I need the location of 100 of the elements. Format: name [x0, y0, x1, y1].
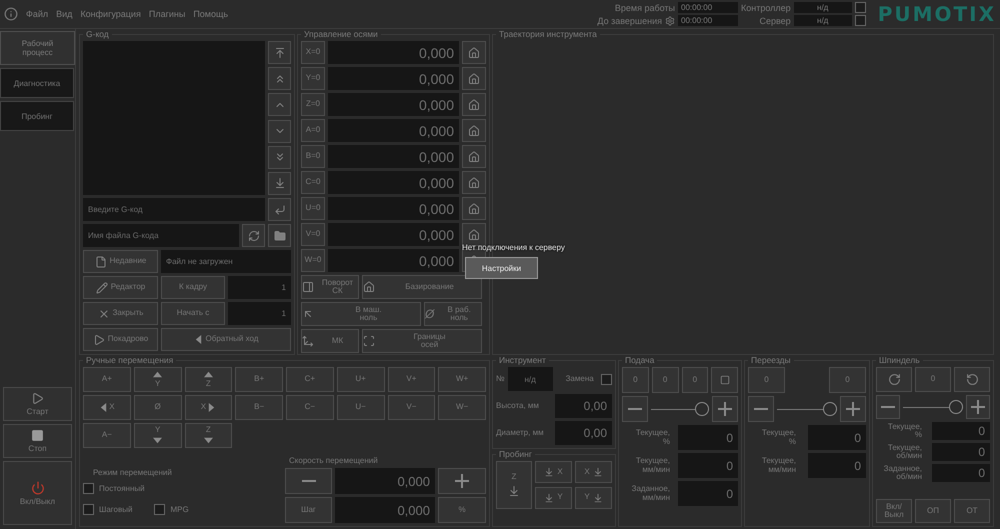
increase-button[interactable]	[438, 468, 486, 494]
zero-axis-button[interactable]: C=0	[301, 171, 325, 194]
jog-button[interactable]: B+	[235, 367, 283, 392]
jog-button[interactable]: Ø	[134, 395, 182, 420]
preset-button[interactable]: 0	[915, 367, 951, 392]
preset-button[interactable]: 0	[748, 367, 785, 393]
slider-thumb[interactable]	[823, 402, 837, 416]
spindle-cw-button[interactable]	[876, 367, 912, 392]
scroll-button[interactable]	[268, 67, 291, 90]
decrease-button[interactable]	[285, 468, 332, 494]
settings-dialog[interactable]: Настройки	[465, 257, 538, 279]
gcode-button[interactable]: Закрыть	[83, 302, 158, 325]
recent-button[interactable]: Недавние	[83, 250, 158, 273]
probe-button[interactable]: X	[575, 461, 612, 483]
jog-button[interactable]: U+	[336, 367, 384, 392]
info-icon[interactable]	[4, 7, 18, 21]
jog-button[interactable]: Y	[134, 367, 182, 392]
menu-item[interactable]: Файл	[26, 9, 48, 19]
jog-button[interactable]: V+	[388, 367, 436, 392]
axes-button[interactable]: Базирование	[362, 275, 482, 299]
scroll-button[interactable]	[268, 172, 291, 195]
axes-button[interactable]: Ø В раб. ноль	[424, 302, 482, 326]
gcode-input[interactable]: Введите G-код	[83, 198, 265, 221]
slider-thumb[interactable]	[949, 400, 963, 414]
mode-checkbox[interactable]	[154, 504, 166, 516]
scroll-button[interactable]	[268, 120, 291, 143]
home-axis-button[interactable]	[462, 171, 486, 194]
probe-button[interactable]: Z	[496, 461, 532, 509]
jog-button[interactable]: Z	[184, 367, 232, 392]
zero-axis-button[interactable]: W=0	[301, 249, 325, 272]
slider-thumb[interactable]	[695, 402, 709, 416]
gcode-button[interactable]: Начать с	[161, 302, 225, 325]
scroll-button[interactable]	[268, 41, 291, 64]
home-axis-button[interactable]	[462, 41, 486, 64]
preset-button[interactable]: 0	[652, 367, 678, 393]
home-axis-button[interactable]	[462, 67, 486, 90]
jog-button[interactable]: Y	[134, 423, 182, 448]
zero-axis-button[interactable]: Z=0	[301, 93, 325, 116]
decrease-button[interactable]	[876, 395, 900, 419]
menu-item[interactable]: Вид	[56, 9, 72, 19]
percent-button[interactable]: %	[438, 497, 486, 524]
zero-axis-button[interactable]: V=0	[301, 223, 325, 246]
axes-button[interactable]: Границы осей	[362, 329, 482, 353]
home-axis-button[interactable]	[462, 197, 486, 220]
filename-field[interactable]: Имя файла G-кода	[83, 224, 239, 247]
start-button[interactable]: Старт	[3, 387, 72, 421]
home-axis-button[interactable]	[462, 223, 486, 246]
jog-button[interactable]: A+	[83, 367, 131, 392]
jog-button[interactable]: U−	[336, 395, 384, 420]
axes-button[interactable]: В маш. ноль	[301, 302, 421, 326]
line-number-field[interactable]: 1	[228, 302, 291, 325]
menu-item[interactable]: Плагины	[148, 9, 186, 19]
increase-button[interactable]	[966, 395, 990, 419]
sidebar-tab[interactable]: Пробинг	[0, 101, 74, 131]
preset-button[interactable]: 0	[829, 367, 866, 393]
power-button[interactable]: Вкл/Выкл	[3, 461, 72, 525]
open-button[interactable]	[268, 224, 291, 247]
zero-axis-button[interactable]: Y=0	[301, 67, 325, 90]
decrease-button[interactable]	[622, 396, 648, 422]
jog-button[interactable]: Z	[184, 423, 232, 448]
reload-button[interactable]	[242, 224, 265, 247]
line-number-field[interactable]: 1	[228, 276, 291, 299]
gcode-button[interactable]: Редактор	[83, 276, 158, 299]
jog-button[interactable]: W+	[438, 367, 486, 392]
scroll-button[interactable]	[268, 146, 291, 169]
step-button[interactable]: Покадрово	[83, 328, 158, 351]
spindle-button[interactable]: ОТ	[954, 499, 990, 524]
jog-button[interactable]: B−	[235, 395, 283, 420]
change-checkbox[interactable]	[601, 374, 612, 384]
spindle-button[interactable]: ОП	[915, 499, 951, 524]
mode-checkbox[interactable]	[83, 483, 94, 494]
spindle-button[interactable]: Вкл/ Выкл	[876, 499, 912, 524]
probe-button[interactable]: Y	[535, 486, 572, 508]
jog-button[interactable]: C+	[286, 367, 334, 392]
increase-button[interactable]	[712, 396, 738, 422]
zero-axis-button[interactable]: B=0	[301, 145, 325, 168]
sidebar-tab[interactable]: Рабочий процесс	[0, 31, 75, 65]
menu-item[interactable]: Помощь	[193, 9, 228, 19]
gcode-button[interactable]: К кадру	[161, 276, 225, 299]
axes-button[interactable]: МК	[301, 329, 359, 353]
zero-axis-button[interactable]: X=0	[301, 41, 325, 64]
jog-button[interactable]: V−	[388, 395, 436, 420]
home-axis-button[interactable]	[462, 93, 486, 116]
jog-button[interactable]: A−	[83, 423, 131, 448]
menu-item[interactable]: Конфигурация	[80, 9, 141, 19]
jog-button[interactable]: C−	[286, 395, 334, 420]
probe-button[interactable]: X	[535, 461, 572, 483]
enter-button[interactable]	[268, 198, 291, 221]
mode-checkbox[interactable]	[83, 504, 94, 516]
home-axis-button[interactable]	[462, 145, 486, 168]
spindle-ccw-button[interactable]	[954, 367, 990, 392]
increase-button[interactable]	[840, 396, 866, 422]
reverse-button[interactable]: Обратный ход	[161, 328, 291, 351]
home-axis-button[interactable]	[462, 119, 486, 142]
preset-button[interactable]: 0	[682, 367, 708, 393]
stop-button[interactable]: Стоп	[3, 424, 72, 458]
sidebar-tab[interactable]: Диагностика	[0, 68, 74, 98]
scroll-button[interactable]	[268, 93, 291, 116]
jog-button[interactable]: X	[184, 395, 232, 420]
lock-button[interactable]	[711, 367, 738, 393]
